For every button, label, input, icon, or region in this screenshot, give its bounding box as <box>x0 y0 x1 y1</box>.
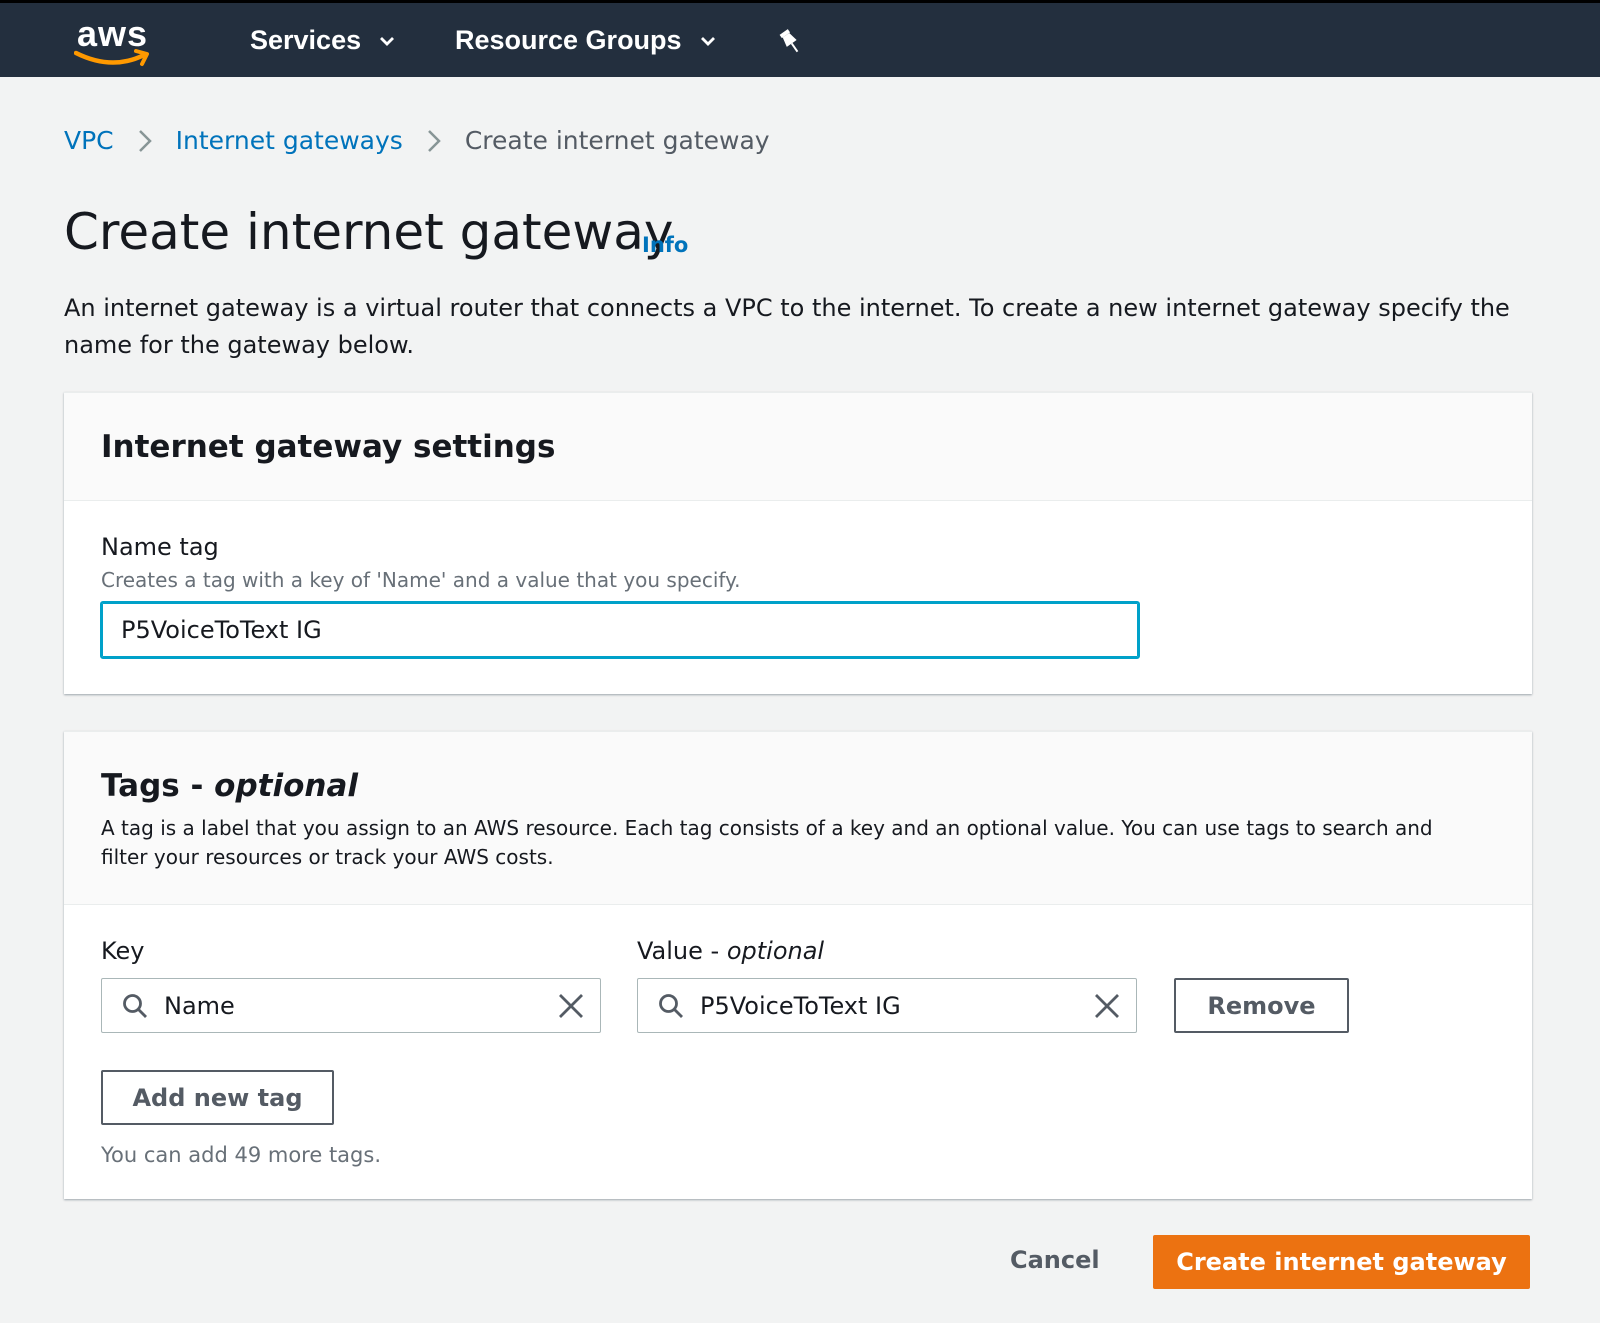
pin-icon[interactable] <box>777 28 803 56</box>
chevron-down-icon <box>380 36 395 46</box>
create-internet-gateway-button[interactable]: Create internet gateway <box>1153 1235 1530 1289</box>
tag-key-value: Name <box>164 991 235 1020</box>
tags-panel: Tags - optional A tag is a label that yo… <box>64 731 1532 1199</box>
name-tag-input[interactable]: P5VoiceToText IG <box>100 601 1140 659</box>
name-tag-input-value: P5VoiceToText IG <box>121 616 322 644</box>
internet-gateway-settings-panel: Internet gateway settings Name tag Creat… <box>64 392 1532 694</box>
tags-title-optional: optional <box>214 768 359 804</box>
close-icon[interactable] <box>558 993 584 1019</box>
remove-tag-button[interactable]: Remove <box>1174 978 1349 1033</box>
tags-description: A tag is a label that you assign to an A… <box>101 816 1433 869</box>
breadcrumb-vpc[interactable]: VPC <box>64 126 114 155</box>
chevron-right-icon <box>427 129 441 153</box>
key-label: Key <box>101 937 145 965</box>
remaining-tags-text: You can add 49 more tags. <box>101 1143 381 1167</box>
value-label-text: Value - <box>637 937 727 965</box>
tag-key-input[interactable]: Name <box>101 978 601 1033</box>
cancel-button[interactable]: Cancel <box>1010 1246 1100 1274</box>
tag-value-input[interactable]: P5VoiceToText IG <box>637 978 1137 1033</box>
name-tag-description: Creates a tag with a key of 'Name' and a… <box>101 568 741 592</box>
value-label: Value - optional <box>637 937 824 965</box>
name-tag-label: Name tag <box>101 533 219 561</box>
panel-title: Internet gateway settings <box>101 429 556 465</box>
info-link[interactable]: Info <box>642 233 688 257</box>
value-label-optional: optional <box>726 937 825 965</box>
breadcrumb-internet-gateways[interactable]: Internet gateways <box>176 126 403 155</box>
top-navigation-bar: aws Services Resource Groups <box>0 0 1600 77</box>
chevron-down-icon <box>700 36 715 46</box>
resource-groups-menu[interactable]: Resource Groups <box>455 25 716 56</box>
resource-groups-label: Resource Groups <box>455 25 682 55</box>
panel-header: Tags - optional A tag is a label that yo… <box>64 732 1532 905</box>
page-description: An internet gateway is a virtual router … <box>64 294 1510 359</box>
page-title: Create internet gateway <box>64 203 674 261</box>
breadcrumb: VPC Internet gateways Create internet ga… <box>64 126 770 155</box>
breadcrumb-current: Create internet gateway <box>464 126 770 155</box>
tags-title: Tags - <box>101 768 215 804</box>
search-icon <box>658 993 684 1019</box>
close-icon[interactable] <box>1094 993 1120 1019</box>
panel-title: Tags - optional <box>101 768 358 804</box>
add-new-tag-button[interactable]: Add new tag <box>101 1070 334 1125</box>
tag-value-value: P5VoiceToText IG <box>700 991 901 1020</box>
aws-logo[interactable]: aws <box>74 13 154 69</box>
panel-header: Internet gateway settings <box>64 393 1532 501</box>
services-menu[interactable]: Services <box>250 25 395 56</box>
chevron-right-icon <box>138 129 152 153</box>
search-icon <box>122 993 148 1019</box>
services-label: Services <box>250 25 362 55</box>
aws-smile-icon <box>74 49 149 66</box>
